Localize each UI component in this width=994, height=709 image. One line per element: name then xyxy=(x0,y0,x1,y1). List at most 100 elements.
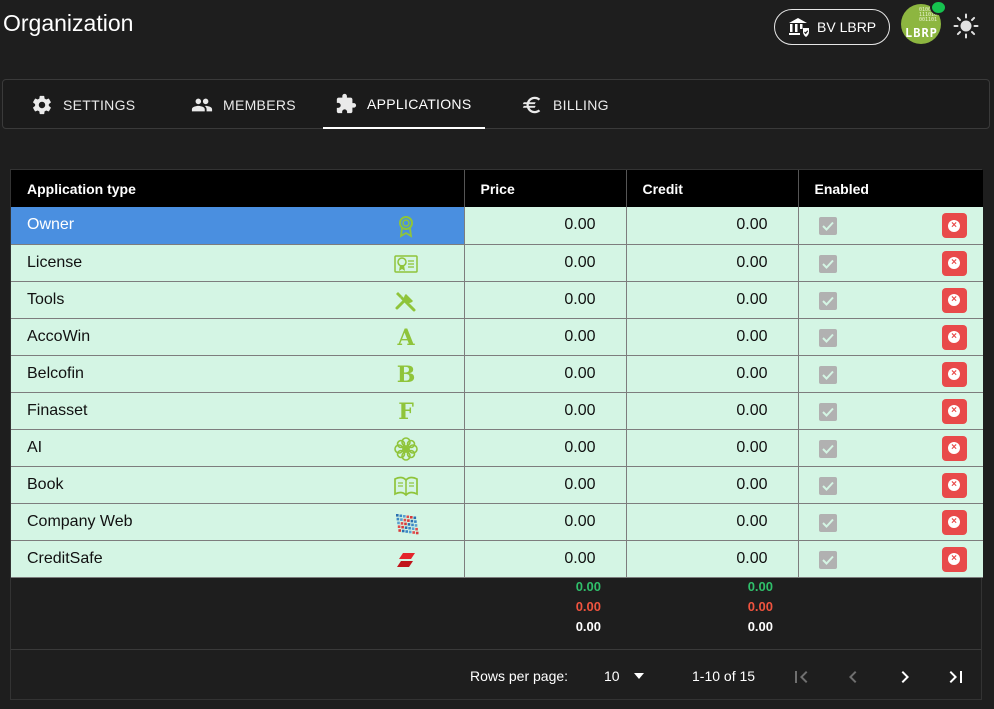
remove-application-button[interactable]: × xyxy=(941,472,967,498)
check-icon xyxy=(821,333,834,343)
credit-cell[interactable]: 0.00 xyxy=(626,503,799,541)
letter-f-icon: F xyxy=(398,398,414,425)
rows-per-page-select[interactable]: 10 xyxy=(596,668,656,684)
remove-application-button[interactable]: × xyxy=(941,435,967,461)
price-cell[interactable]: 0.00 xyxy=(464,392,627,430)
tab-billing-label: BILLING xyxy=(553,96,609,113)
remove-application-button[interactable]: × xyxy=(941,361,967,387)
price-cell[interactable]: 0.00 xyxy=(464,244,627,282)
people-icon xyxy=(191,98,213,111)
table-row[interactable]: CreditSafe 0.00 0.00 × xyxy=(11,540,983,578)
credit-cell[interactable]: 0.00 xyxy=(626,318,799,356)
previous-page-button[interactable] xyxy=(841,665,865,689)
app-type-cell[interactable]: Book xyxy=(11,466,465,504)
column-header-enabled[interactable]: Enabled xyxy=(798,170,983,207)
app-type-cell[interactable]: AI xyxy=(11,429,465,467)
check-icon xyxy=(821,296,834,306)
app-type-name: Company Web xyxy=(27,512,133,530)
enabled-checkbox[interactable] xyxy=(818,550,837,569)
enabled-cell: × xyxy=(798,318,983,356)
tab-bar: SETTINGS MEMBERS APPLICATIONS BILLING xyxy=(2,79,990,129)
column-header-credit[interactable]: Credit xyxy=(626,170,799,207)
table-row[interactable]: Tools 0.00 0.00 × xyxy=(11,281,983,319)
price-total-positive: 0.00 xyxy=(575,579,601,594)
euro-icon xyxy=(522,96,541,113)
table-row[interactable]: License 0.00 0.00 × xyxy=(11,244,983,282)
price-cell[interactable]: 0.00 xyxy=(464,207,627,245)
price-totals: 0.00 0.00 0.00 xyxy=(551,577,601,637)
table-row[interactable]: Company Web 0.00 0.00 × xyxy=(11,503,983,541)
enabled-checkbox[interactable] xyxy=(818,439,837,458)
enabled-checkbox[interactable] xyxy=(818,402,837,421)
column-header-application-type[interactable]: Application type xyxy=(11,170,465,207)
flower-icon xyxy=(393,436,419,462)
tab-billing[interactable]: BILLING xyxy=(521,80,609,129)
remove-application-button[interactable]: × xyxy=(941,509,967,535)
remove-application-button[interactable]: × xyxy=(941,250,967,276)
chevron-left-icon xyxy=(849,671,857,683)
table-row[interactable]: Owner 0.00 0.00 × xyxy=(11,207,983,245)
table-row[interactable]: Belcofin B 0.00 0.00 × xyxy=(11,355,983,393)
close-circle-icon: × xyxy=(948,405,960,417)
price-cell[interactable]: 0.00 xyxy=(464,318,627,356)
price-cell[interactable]: 0.00 xyxy=(464,429,627,467)
tab-members[interactable]: MEMBERS xyxy=(191,80,296,129)
first-page-icon xyxy=(795,671,808,683)
credit-cell[interactable]: 0.00 xyxy=(626,466,799,504)
remove-application-button[interactable]: × xyxy=(941,398,967,424)
check-icon xyxy=(821,481,834,491)
app-type-cell[interactable]: License xyxy=(11,244,465,282)
enabled-checkbox[interactable] xyxy=(818,328,837,347)
enabled-checkbox[interactable] xyxy=(818,476,837,495)
price-cell[interactable]: 0.00 xyxy=(464,466,627,504)
price-cell[interactable]: 0.00 xyxy=(464,281,627,319)
app-type-cell[interactable]: Company Web xyxy=(11,503,465,541)
credit-cell[interactable]: 0.00 xyxy=(626,392,799,430)
gear-icon xyxy=(33,95,51,114)
table-row[interactable]: AccoWin A 0.00 0.00 × xyxy=(11,318,983,356)
tab-applications[interactable]: APPLICATIONS xyxy=(323,80,485,129)
remove-application-button[interactable]: × xyxy=(941,287,967,313)
app-type-cell[interactable]: CreditSafe xyxy=(11,540,465,578)
app-type-cell[interactable]: Belcofin B xyxy=(11,355,465,393)
app-type-cell[interactable]: Tools xyxy=(11,281,465,319)
column-header-price[interactable]: Price xyxy=(464,170,627,207)
remove-application-button[interactable]: × xyxy=(941,213,967,238)
price-cell[interactable]: 0.00 xyxy=(464,540,627,578)
avatar-text: LBRP xyxy=(905,26,938,40)
enabled-cell: × xyxy=(798,429,983,467)
enabled-checkbox[interactable] xyxy=(818,513,837,532)
credit-cell[interactable]: 0.00 xyxy=(626,355,799,393)
table-row[interactable]: Book 0.00 0.00 × xyxy=(11,466,983,504)
organization-button[interactable]: BV LBRP xyxy=(774,9,890,45)
price-cell[interactable]: 0.00 xyxy=(464,355,627,393)
book-icon xyxy=(393,473,419,499)
app-type-cell[interactable]: AccoWin A xyxy=(11,318,465,356)
tab-settings[interactable]: SETTINGS xyxy=(31,80,135,129)
credit-cell[interactable]: 0.00 xyxy=(626,207,799,245)
app-type-cell[interactable]: Finasset F xyxy=(11,392,465,430)
enabled-checkbox[interactable] xyxy=(818,291,837,310)
credit-cell[interactable]: 0.00 xyxy=(626,429,799,467)
app-type-cell[interactable]: Owner xyxy=(11,207,465,245)
enabled-checkbox[interactable] xyxy=(818,365,837,384)
enabled-checkbox[interactable] xyxy=(818,217,837,235)
enabled-checkbox[interactable] xyxy=(818,254,837,273)
next-page-button[interactable] xyxy=(893,665,917,689)
remove-application-button[interactable]: × xyxy=(941,324,967,350)
table-row[interactable]: Finasset F 0.00 0.00 × xyxy=(11,392,983,430)
price-cell[interactable]: 0.00 xyxy=(464,503,627,541)
credit-cell[interactable]: 0.00 xyxy=(626,244,799,282)
tools-icon xyxy=(393,288,419,314)
app-type-name: AI xyxy=(27,438,43,456)
first-page-button[interactable] xyxy=(789,665,813,689)
table-row[interactable]: AI 0.00 0.00 × xyxy=(11,429,983,467)
app-type-name: AccoWin xyxy=(27,327,91,345)
close-circle-icon: × xyxy=(948,219,960,232)
theme-toggle-button[interactable] xyxy=(953,13,979,39)
last-page-button[interactable] xyxy=(944,665,968,689)
remove-application-button[interactable]: × xyxy=(941,546,967,572)
credit-cell[interactable]: 0.00 xyxy=(626,281,799,319)
credit-cell[interactable]: 0.00 xyxy=(626,540,799,578)
close-circle-icon: × xyxy=(948,442,960,454)
